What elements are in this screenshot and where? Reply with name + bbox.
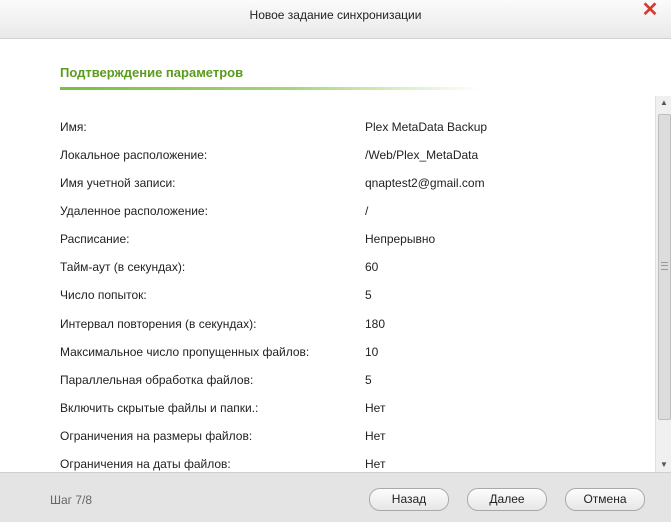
param-value: Нет — [365, 429, 386, 443]
param-value: Нет — [365, 401, 386, 415]
scroll-up-arrow-icon[interactable]: ▲ — [656, 96, 671, 110]
parameters-list: Имя: Plex MetaData Backup Локальное расп… — [0, 0, 650, 472]
param-row-size-limits: Ограничения на размеры файлов: Нет — [60, 429, 650, 449]
param-row-name: Имя: Plex MetaData Backup — [60, 120, 650, 140]
param-row-hidden-files: Включить скрытые файлы и папки.: Нет — [60, 401, 650, 421]
param-label: Расписание: — [60, 232, 130, 246]
param-label: Локальное расположение: — [60, 148, 208, 162]
param-value: Непрерывно — [365, 232, 436, 246]
param-row-retry-interval: Интервал повторения (в секундах): 180 — [60, 317, 650, 337]
scroll-down-arrow-icon[interactable]: ▼ — [656, 458, 671, 472]
vertical-scrollbar[interactable]: ▲ ▼ — [655, 96, 671, 472]
param-row-account: Имя учетной записи: qnaptest2@gmail.com — [60, 176, 650, 196]
param-label: Ограничения на даты файлов: — [60, 457, 231, 471]
param-row-schedule: Расписание: Непрерывно — [60, 232, 650, 252]
cancel-button[interactable]: Отмена — [565, 488, 645, 511]
param-value: Нет — [365, 457, 386, 471]
param-value: qnaptest2@gmail.com — [365, 176, 485, 190]
param-label: Имя учетной записи: — [60, 176, 176, 190]
param-label: Тайм-аут (в секундах): — [60, 260, 186, 274]
param-value: 180 — [365, 317, 386, 331]
step-indicator: Шаг 7/8 — [50, 493, 93, 507]
param-label: Удаленное расположение: — [60, 204, 208, 218]
param-row-local-location: Локальное расположение: /Web/Plex_MetaDa… — [60, 148, 650, 168]
param-value: /Web/Plex_MetaData — [365, 148, 479, 162]
param-value: / — [365, 204, 369, 218]
back-button[interactable]: Назад — [369, 488, 449, 511]
param-label: Имя: — [60, 120, 87, 134]
param-row-parallel: Параллельная обработка файлов: 5 — [60, 373, 650, 393]
param-label: Параллельная обработка файлов: — [60, 373, 254, 387]
param-value: Plex MetaData Backup — [365, 120, 488, 134]
next-button[interactable]: Далее — [467, 488, 547, 511]
param-row-max-skipped: Максимальное число пропущенных файлов: 1… — [60, 345, 650, 365]
param-row-retries: Число попыток: 5 — [60, 288, 650, 308]
param-value: 10 — [365, 345, 379, 359]
param-value: 5 — [365, 288, 372, 302]
param-label: Включить скрытые файлы и папки.: — [60, 401, 259, 415]
param-value: 5 — [365, 373, 372, 387]
param-label: Число попыток: — [60, 288, 147, 302]
footer-bar: Шаг 7/8 Назад Далее Отмена — [0, 472, 671, 522]
param-row-date-limits: Ограничения на даты файлов: Нет — [60, 457, 650, 472]
scroll-thumb[interactable] — [658, 114, 671, 420]
grip-icon — [661, 262, 668, 270]
param-label: Ограничения на размеры файлов: — [60, 429, 253, 443]
param-value: 60 — [365, 260, 379, 274]
param-row-timeout: Тайм-аут (в секундах): 60 — [60, 260, 650, 280]
param-label: Максимальное число пропущенных файлов: — [60, 345, 310, 359]
param-row-remote-location: Удаленное расположение: / — [60, 204, 650, 224]
param-label: Интервал повторения (в секундах): — [60, 317, 257, 331]
